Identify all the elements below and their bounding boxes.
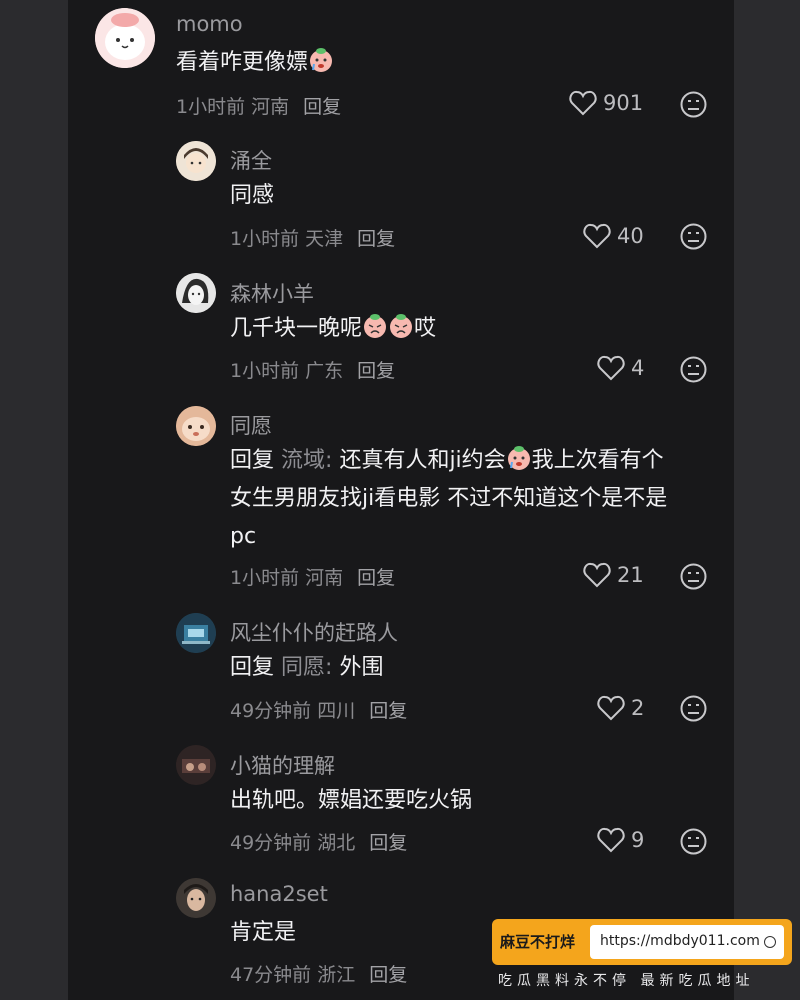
avatar[interactable] bbox=[176, 406, 216, 446]
banner-subtitle: 吃瓜黑料永不停 最新吃瓜地址 bbox=[498, 973, 755, 989]
heart-icon bbox=[569, 90, 597, 116]
like-button[interactable]: 901 bbox=[569, 90, 643, 116]
comment-author[interactable]: 同愿 bbox=[230, 410, 272, 440]
comment-author[interactable]: 涌全 bbox=[230, 145, 272, 175]
reply-button[interactable]: 回复 bbox=[303, 96, 341, 118]
dislike-face-icon[interactable] bbox=[680, 356, 707, 383]
comment-text: 肯定是 bbox=[230, 920, 297, 945]
face-icon bbox=[390, 314, 413, 338]
left-margin bbox=[0, 0, 68, 1000]
comment-author[interactable]: hana2set bbox=[230, 882, 328, 906]
heart-icon bbox=[597, 827, 625, 853]
like-button[interactable]: 40 bbox=[583, 223, 644, 249]
reply-button[interactable]: 回复 bbox=[369, 964, 407, 986]
reply-target[interactable]: 同愿: bbox=[281, 655, 332, 680]
like-count: 4 bbox=[631, 356, 645, 380]
right-margin bbox=[734, 0, 800, 1000]
comment-meta: 49分钟前 湖北 回复 bbox=[230, 832, 408, 854]
like-button[interactable]: 2 bbox=[597, 695, 644, 721]
like-count: 21 bbox=[617, 563, 644, 587]
comment-text: 看着咋更像嫖 bbox=[176, 44, 334, 82]
comment-meta: 1小时前 天津 回复 bbox=[230, 228, 396, 250]
circle-icon bbox=[764, 936, 776, 948]
reply-target[interactable]: 流域: bbox=[281, 448, 332, 473]
comment-meta: 1小时前 河南 回复 bbox=[230, 567, 396, 589]
comment-text: 几千块一晚呢哎 bbox=[230, 310, 436, 348]
like-count: 40 bbox=[617, 224, 644, 248]
heart-icon bbox=[583, 223, 611, 249]
comment-text-line: 女生男朋友找ji看电影 不过不知道这个是不是 bbox=[230, 486, 668, 511]
like-button[interactable]: 21 bbox=[583, 562, 644, 588]
comment-author[interactable]: 森林小羊 bbox=[230, 278, 314, 308]
banner-label: 麻豆不打烊 bbox=[500, 933, 576, 951]
promo-banner[interactable]: 麻豆不打烊 https://mdbdy011.com bbox=[492, 919, 792, 965]
avatar[interactable] bbox=[176, 613, 216, 653]
dislike-face-icon[interactable] bbox=[680, 91, 707, 118]
like-button[interactable]: 4 bbox=[597, 355, 644, 381]
face-icon bbox=[310, 48, 333, 72]
comment-author[interactable]: 小猫的理解 bbox=[230, 750, 335, 780]
comment-meta: 47分钟前 浙江 回复 bbox=[230, 964, 408, 986]
comment-text-line: pc bbox=[230, 524, 257, 549]
comment-text: 回复 流域: 还真有人和ji约会 我上次看有个 bbox=[230, 442, 664, 480]
reply-button[interactable]: 回复 bbox=[369, 700, 407, 722]
like-count: 2 bbox=[631, 696, 645, 720]
comment-text: 回复 同愿: 外围 bbox=[230, 655, 384, 680]
reply-button[interactable]: 回复 bbox=[357, 228, 395, 250]
heart-icon bbox=[597, 355, 625, 381]
like-count: 9 bbox=[631, 828, 645, 852]
reply-button[interactable]: 回复 bbox=[369, 832, 407, 854]
face-icon bbox=[507, 446, 530, 470]
dislike-face-icon[interactable] bbox=[680, 828, 707, 855]
banner-url-box[interactable]: https://mdbdy011.com bbox=[590, 925, 784, 959]
dislike-face-icon[interactable] bbox=[680, 223, 707, 250]
banner-url: https://mdbdy011.com bbox=[600, 933, 760, 949]
comment-text: 出轨吧。嫖娼还要吃火锅 bbox=[230, 788, 473, 813]
avatar[interactable] bbox=[176, 141, 216, 181]
comment-author[interactable]: momo bbox=[176, 12, 243, 36]
dislike-face-icon[interactable] bbox=[680, 695, 707, 722]
heart-icon bbox=[597, 695, 625, 721]
heart-icon bbox=[583, 562, 611, 588]
comment-text: 同感 bbox=[230, 183, 275, 208]
dislike-face-icon[interactable] bbox=[680, 563, 707, 590]
like-button[interactable]: 9 bbox=[597, 827, 644, 853]
comment-author[interactable]: 风尘仆仆的赶路人 bbox=[230, 617, 398, 647]
avatar[interactable] bbox=[176, 273, 216, 313]
comment-meta: 1小时前 河南 回复 bbox=[176, 96, 342, 118]
avatar[interactable] bbox=[176, 745, 216, 785]
reply-button[interactable]: 回复 bbox=[357, 360, 395, 382]
like-count: 901 bbox=[603, 91, 644, 115]
reply-button[interactable]: 回复 bbox=[357, 567, 395, 589]
avatar[interactable] bbox=[176, 878, 216, 918]
avatar[interactable] bbox=[95, 8, 155, 68]
comment-meta: 1小时前 广东 回复 bbox=[230, 360, 396, 382]
comment-meta: 49分钟前 四川 回复 bbox=[230, 700, 408, 722]
face-icon bbox=[364, 314, 387, 338]
